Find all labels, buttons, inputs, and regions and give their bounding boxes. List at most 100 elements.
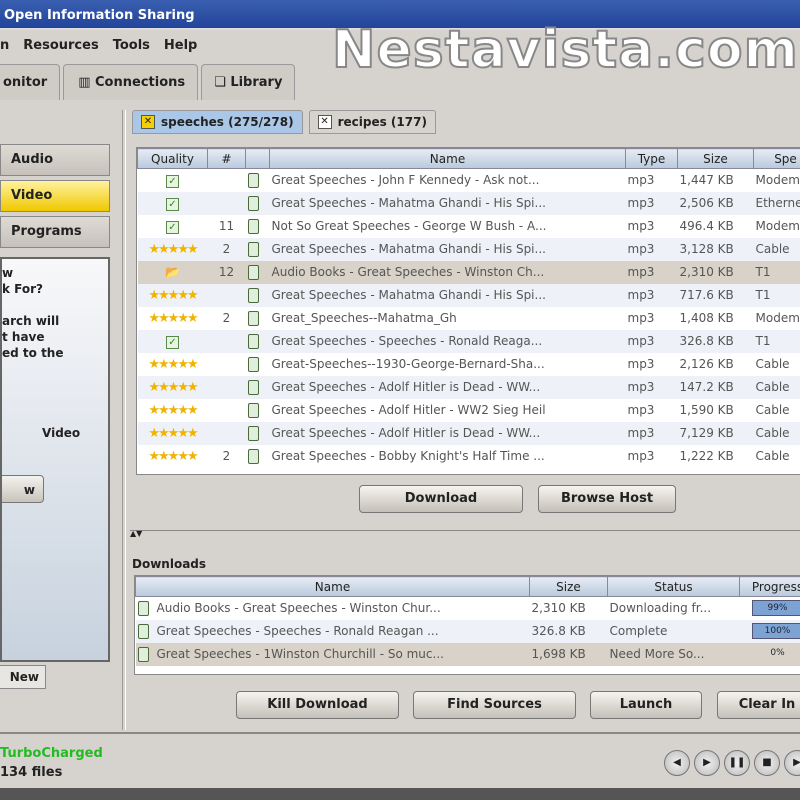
size-cell: 2,506 KB: [677, 191, 754, 215]
new-button[interactable]: New: [0, 665, 46, 689]
quality-cell: ★★★★★: [137, 421, 208, 445]
column-header[interactable]: Size: [677, 148, 754, 169]
type-cell: mp3: [625, 421, 678, 445]
column-header[interactable]: [245, 148, 270, 169]
name-cell: Great Speeches - Mahatma Ghandi - His Sp…: [269, 237, 626, 261]
column-header[interactable]: Type: [625, 148, 678, 169]
column-header[interactable]: Spe: [753, 148, 800, 169]
tab-monitor[interactable]: onitor: [0, 64, 61, 100]
speed-cell: Cable: [753, 375, 800, 399]
column-header[interactable]: Status: [607, 576, 740, 597]
search-tab-speeches[interactable]: ✕ speeches (275/278): [132, 110, 303, 134]
name-cell: Great Speeches - Speeches - Ronald Reaga…: [135, 619, 530, 643]
table-row[interactable]: ★★★★★ Great Speeches - Adolf Hitler is De…: [137, 421, 800, 445]
table-row[interactable]: ★★★★★ Great Speeches - Mahatma Ghandi - H…: [137, 283, 800, 307]
info-line: t have: [2, 330, 45, 344]
table-row[interactable]: ✓ 11 Not So Great Speeches - George W Bush…: [138, 215, 800, 238]
pause-icon[interactable]: ❚❚: [724, 750, 750, 776]
menu-tools[interactable]: Tools: [113, 38, 150, 58]
table-row[interactable]: ★★★★★ 2 Great Speeches - Bobby Knight's Ha…: [138, 445, 800, 468]
tab-connections[interactable]: ▥ Connections: [63, 64, 199, 100]
table-row[interactable]: ★★★★★ Great Speeches - Adolf Hitler is De…: [137, 375, 800, 399]
category-label: Audio: [11, 152, 54, 167]
count-cell: [207, 329, 246, 353]
type-cell: mp3: [627, 403, 655, 417]
table-row[interactable]: ✓ Great Speeches - Mahatma Ghandi - His S…: [137, 191, 800, 215]
type-cell: mp3: [625, 260, 678, 284]
type-cell: mp3: [625, 375, 678, 399]
download-row[interactable]: Great Speeches - 1Winston Churchill - So…: [135, 642, 800, 666]
type-cell: mp3: [627, 449, 655, 463]
close-icon[interactable]: ✕: [317, 115, 332, 129]
column-header[interactable]: Name: [269, 148, 626, 169]
menu-navigation[interactable]: n: [0, 38, 9, 58]
quality-cell: ✓: [138, 215, 208, 238]
clear-inactive-button[interactable]: Clear In: [717, 691, 800, 719]
progress-cell: 99%: [740, 597, 800, 620]
close-icon[interactable]: ✕: [141, 115, 155, 129]
category-programs[interactable]: Programs: [0, 216, 110, 248]
browse-host-button[interactable]: Browse Host: [538, 485, 676, 513]
quality-cell: 📂: [137, 260, 208, 284]
info-button[interactable]: w: [2, 475, 44, 503]
progress-bar: 99%: [751, 600, 800, 617]
kill-download-button[interactable]: Kill Download: [236, 691, 399, 719]
count-cell: 2: [222, 449, 231, 463]
quality-cell: ★★★★★: [138, 399, 208, 422]
download-row[interactable]: Great Speeches - Speeches - Ronald Reaga…: [135, 619, 800, 643]
category-video[interactable]: Video: [0, 180, 110, 212]
menu-help[interactable]: Help: [164, 38, 197, 58]
file-icon: [247, 402, 259, 418]
play-icon[interactable]: ▶: [694, 750, 720, 776]
quality-cell: ★★★★★: [138, 445, 208, 468]
tab-library[interactable]: ❏ Library: [201, 64, 296, 100]
status-cell: Need More So...: [607, 642, 740, 666]
table-row[interactable]: ✓ Great Speeches - Speeches - Ronald Reag…: [137, 329, 800, 353]
menu-bar: n Resources Tools Help: [0, 34, 197, 58]
download-name: Audio Books - Great Speeches - Winston C…: [156, 600, 441, 615]
find-sources-button[interactable]: Find Sources: [413, 691, 576, 719]
column-header[interactable]: Quality: [137, 148, 208, 169]
table-row[interactable]: ★★★★★ 2 Great Speeches - Mahatma Ghandi - …: [137, 237, 800, 261]
size-cell: 1,408 KB: [679, 311, 734, 325]
panel-divider[interactable]: [122, 110, 126, 730]
table-row[interactable]: ★★★★★ Great-Speeches--1930-George-Bernard…: [138, 353, 800, 376]
check-icon: ✓: [166, 174, 179, 188]
splitter[interactable]: ▲▼: [130, 530, 800, 538]
quality-cell: ✓: [138, 169, 208, 192]
column-header[interactable]: Progress: [739, 576, 800, 597]
table-row[interactable]: 📂 12 Audio Books - Great Speeches - Winsto…: [137, 260, 800, 284]
category-audio[interactable]: Audio: [0, 144, 110, 176]
window-border: [0, 788, 800, 800]
download-button[interactable]: Download: [359, 485, 523, 513]
menu-resources[interactable]: Resources: [23, 38, 98, 58]
size-cell: 496.4 KB: [679, 219, 734, 233]
file-icon-cell: [245, 375, 270, 399]
main-tabs: onitor ▥ Connections ❏ Library: [0, 64, 296, 100]
table-row[interactable]: ✓ Great Speeches - John F Kennedy - Ask n…: [138, 169, 800, 192]
count-cell: [208, 169, 246, 192]
column-header[interactable]: #: [207, 148, 246, 169]
table-row[interactable]: ★★★★★ 2 Great_Speeches--Mahatma_Gh mp3 1,408…: [138, 307, 800, 330]
column-header[interactable]: Name: [135, 576, 530, 597]
stop-icon[interactable]: ■: [754, 750, 780, 776]
name-cell: Audio Books - Great Speeches - Winston C…: [136, 597, 530, 620]
file-icon-cell: [245, 191, 270, 215]
downloads-label: Downloads: [132, 557, 207, 571]
search-tab-recipes[interactable]: ✕ recipes (177): [308, 110, 436, 134]
tab-label: Library: [230, 75, 283, 90]
connections-icon: ▥: [78, 75, 96, 90]
table-row[interactable]: ★★★★★ Great Speeches - Adolf Hitler - WW2…: [138, 399, 800, 422]
previous-icon[interactable]: ◀: [664, 750, 690, 776]
name-cell: Great_Speeches--Mahatma_Gh: [271, 311, 457, 325]
file-icon: [247, 333, 259, 349]
quality-cell: ✓: [137, 191, 208, 215]
size-cell: 7,129 KB: [677, 421, 754, 445]
download-row[interactable]: Audio Books - Great Speeches - Winston C…: [136, 597, 800, 620]
info-line: k For?: [2, 282, 43, 296]
launch-button[interactable]: Launch: [590, 691, 702, 719]
file-icon-cell: [245, 329, 270, 353]
speed-cell: Modem: [755, 219, 800, 233]
column-header[interactable]: Size: [529, 576, 608, 597]
name-cell: Great Speeches - Speeches - Ronald Reaga…: [269, 329, 626, 353]
